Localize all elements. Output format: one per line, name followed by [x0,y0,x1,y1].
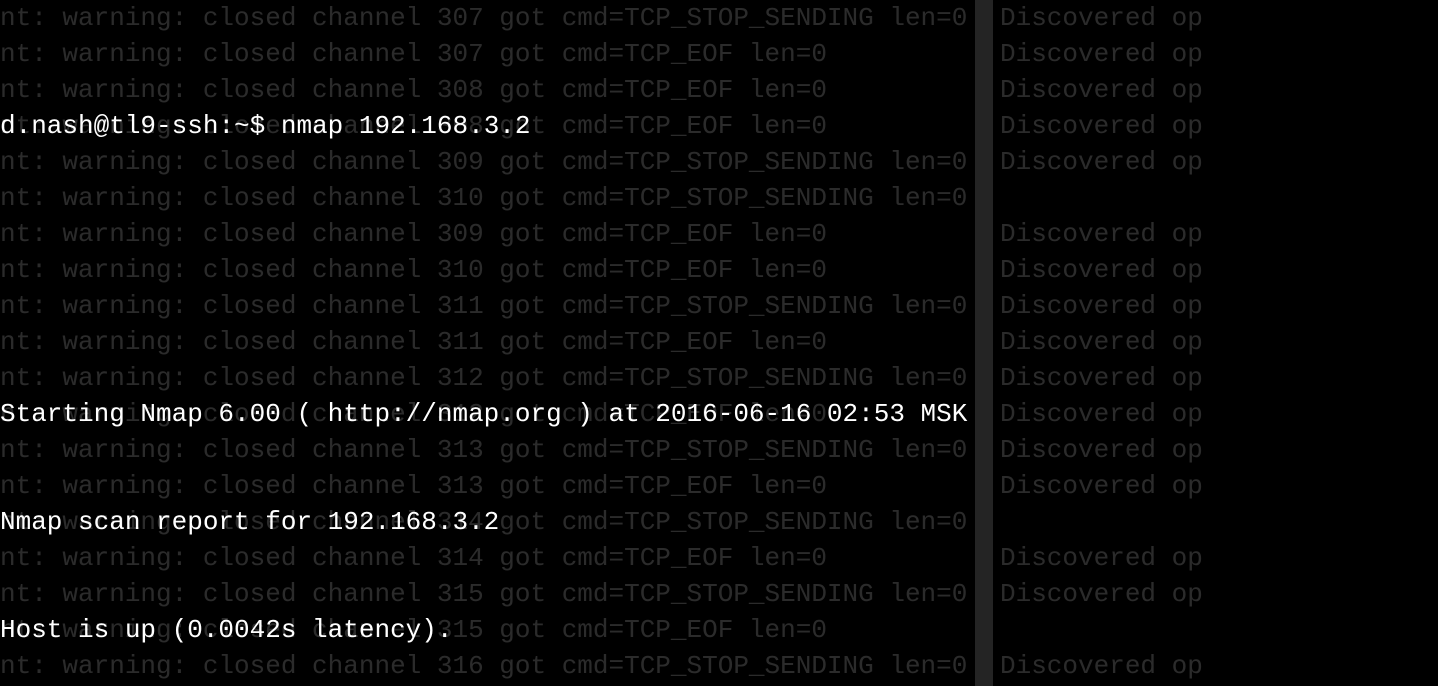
background-terminal-right: Discovered op Discovered op Discovered o… [1000,0,1203,684]
nmap-host-line: Host is up (0.0042s latency). [0,612,967,648]
nmap-report-line: Nmap scan report for 192.168.3.2 [0,504,967,540]
prompt-user-host: d.nash@tl9-ssh [0,111,218,141]
prompt-cwd: ~ [234,111,250,141]
nmap-start-line: Starting Nmap 6.00 ( http://nmap.org ) a… [0,396,967,432]
shell-prompt-line[interactable]: d.nash@tl9-ssh:~$ nmap 192.168.3.2 [0,108,967,144]
nmap-output-pane[interactable]: d.nash@tl9-ssh:~$ nmap 192.168.3.2 Start… [0,0,967,686]
prompt-sep: $ [250,111,266,141]
blank-line [0,252,967,288]
pane-splitter[interactable] [975,0,993,686]
typed-command: nmap 192.168.3.2 [281,111,531,141]
